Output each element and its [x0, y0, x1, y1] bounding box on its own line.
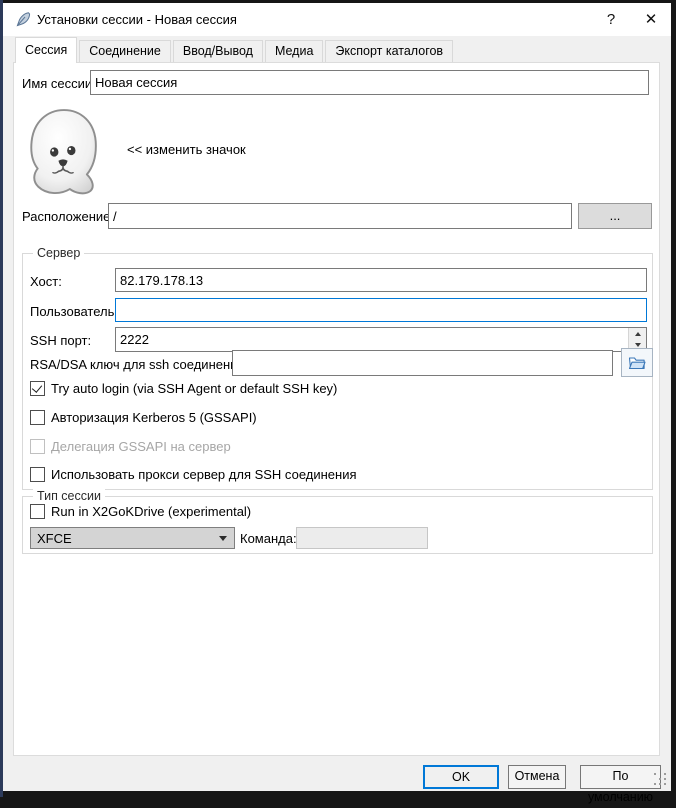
host-label: Хост:: [30, 274, 62, 289]
arrow-up-icon: [635, 332, 641, 336]
ssh-proxy-checkbox-label: Использовать прокси сервер для SSH соеди…: [51, 467, 357, 482]
desktop-environment-select[interactable]: XFCE: [30, 527, 235, 549]
kdrive-checkbox-label: Run in X2GoKDrive (experimental): [51, 504, 251, 519]
server-group-title: Сервер: [33, 246, 84, 260]
change-icon-link[interactable]: << изменить значок: [127, 142, 246, 157]
ssh-proxy-checkbox-row[interactable]: Использовать прокси сервер для SSH соеди…: [30, 467, 357, 482]
screen: Установки сессии - Новая сессия ? ✕ Сесс…: [0, 0, 676, 797]
ssh-port-label: SSH порт:: [30, 333, 91, 348]
session-type-group-title: Тип сессии: [33, 489, 105, 503]
browse-key-button[interactable]: [621, 348, 653, 377]
defaults-button[interactable]: По умолчанию: [580, 765, 661, 789]
user-input[interactable]: [115, 298, 647, 322]
window-title: Установки сессии - Новая сессия: [37, 3, 237, 36]
desktop-environment-value: XFCE: [31, 531, 219, 546]
ssh-port-stepper: [115, 327, 647, 352]
session-type-group: Тип сессии Run in X2GoKDrive (experiment…: [22, 496, 653, 554]
spin-up-button[interactable]: [629, 328, 646, 340]
path-input[interactable]: [108, 203, 572, 229]
auto-login-checkbox-label: Try auto login (via SSH Agent or default…: [51, 381, 337, 396]
checkbox-icon[interactable]: [30, 410, 45, 425]
ssh-key-label: RSA/DSA ключ для ssh соединения:: [30, 357, 248, 372]
tab-input-output[interactable]: Ввод/Вывод: [173, 40, 263, 62]
command-input: [296, 527, 428, 549]
checkbox-icon: [30, 439, 45, 454]
kerberos-checkbox-label: Авторизация Kerberos 5 (GSSAPI): [51, 410, 257, 425]
tab-session[interactable]: Сессия: [15, 37, 77, 63]
tab-panel-session: Имя сессии:: [13, 62, 660, 756]
resize-grip[interactable]: [654, 773, 667, 786]
session-icon-seal[interactable]: [25, 107, 103, 197]
user-label: Пользователь:: [30, 304, 118, 319]
session-name-input[interactable]: [90, 70, 649, 95]
browse-path-button[interactable]: ...: [578, 203, 652, 229]
host-input[interactable]: [115, 268, 647, 292]
tab-folder-export[interactable]: Экспорт каталогов: [325, 40, 453, 62]
auto-login-checkbox-row[interactable]: Try auto login (via SSH Agent or default…: [30, 381, 337, 396]
server-group: Сервер Хост: Пользователь: SSH порт: RSA…: [22, 253, 653, 490]
kdrive-checkbox-row[interactable]: Run in X2GoKDrive (experimental): [30, 504, 251, 519]
chevron-down-icon: [219, 536, 227, 541]
gssapi-delegation-checkbox-label: Делегация GSSAPI на сервер: [51, 439, 231, 454]
tab-media[interactable]: Медиа: [265, 40, 323, 62]
gssapi-delegation-checkbox-row: Делегация GSSAPI на сервер: [30, 439, 231, 454]
checkbox-icon[interactable]: [30, 504, 45, 519]
close-icon[interactable]: ✕: [633, 3, 669, 36]
arrow-down-icon: [635, 343, 641, 347]
ok-button[interactable]: OK: [423, 765, 499, 789]
command-label: Команда:: [240, 531, 297, 546]
tab-bar: Сессия Соединение Ввод/Вывод Медиа Экспо…: [15, 39, 455, 62]
ssh-port-input[interactable]: [115, 327, 647, 352]
tab-connection[interactable]: Соединение: [79, 40, 171, 62]
cancel-button[interactable]: Отмена: [508, 765, 566, 789]
help-button[interactable]: ?: [593, 3, 629, 36]
titlebar[interactable]: Установки сессии - Новая сессия ? ✕: [3, 3, 671, 36]
ssh-key-input[interactable]: [232, 350, 613, 376]
checkbox-icon[interactable]: [30, 467, 45, 482]
folder-open-icon: [628, 356, 646, 370]
path-label: Расположение:: [22, 209, 114, 224]
session-preferences-dialog: Установки сессии - Новая сессия ? ✕ Сесс…: [3, 3, 671, 791]
checkbox-icon[interactable]: [30, 381, 45, 396]
kerberos-checkbox-row[interactable]: Авторизация Kerberos 5 (GSSAPI): [30, 410, 257, 425]
session-name-label: Имя сессии:: [22, 76, 96, 91]
quill-icon: [14, 11, 31, 28]
